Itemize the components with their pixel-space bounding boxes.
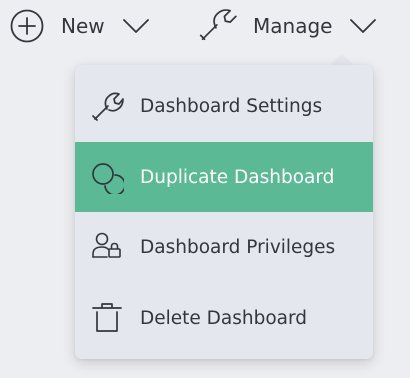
chevron-down-icon bbox=[122, 18, 149, 34]
menu-item-label: Dashboard Privileges bbox=[140, 236, 336, 258]
trash-icon bbox=[90, 301, 124, 335]
new-label: New bbox=[61, 14, 105, 38]
menu-item-label: Dashboard Settings bbox=[140, 95, 323, 117]
menu-item-delete-dashboard[interactable]: Delete Dashboard bbox=[75, 283, 373, 353]
plus-circle-icon bbox=[10, 9, 44, 43]
menu-item-dashboard-settings[interactable]: Dashboard Settings bbox=[75, 71, 373, 141]
menu-item-label: Delete Dashboard bbox=[140, 307, 308, 329]
manage-label: Manage bbox=[253, 14, 333, 38]
new-button[interactable]: New bbox=[10, 8, 149, 44]
wrench-icon bbox=[90, 89, 124, 123]
chevron-down-icon bbox=[350, 18, 377, 34]
manage-dropdown-menu: Dashboard Settings Duplicate Dashboard D… bbox=[75, 65, 373, 359]
user-lock-icon bbox=[90, 230, 124, 264]
duplicate-icon bbox=[90, 160, 124, 194]
menu-item-label: Duplicate Dashboard bbox=[140, 166, 335, 188]
toolbar: New Manage bbox=[0, 0, 410, 54]
wrench-icon bbox=[197, 6, 237, 46]
manage-button[interactable]: Manage bbox=[197, 6, 377, 46]
menu-item-dashboard-privileges[interactable]: Dashboard Privileges bbox=[75, 212, 373, 282]
menu-item-duplicate-dashboard[interactable]: Duplicate Dashboard bbox=[75, 142, 373, 212]
